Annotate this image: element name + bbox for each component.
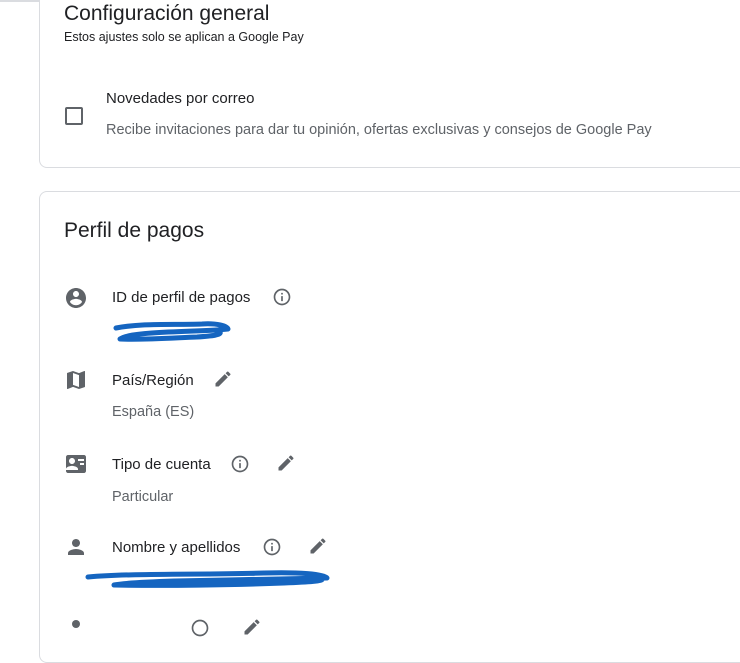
redacted-full-name (85, 570, 330, 588)
country-region-label: País/Región (112, 372, 194, 389)
partial-row-icon (64, 616, 88, 640)
account-type-value: Particular (112, 489, 174, 505)
contact-card-icon (64, 452, 88, 476)
profile-id-info-icon[interactable] (272, 287, 292, 307)
email-news-title: Novedades por correo (106, 90, 255, 107)
email-news-checkbox[interactable] (65, 107, 83, 125)
map-icon (64, 368, 88, 392)
account-type-info-icon[interactable] (230, 454, 250, 474)
country-region-edit-icon[interactable] (213, 369, 233, 389)
partial-row-edit-icon[interactable] (242, 617, 262, 637)
general-settings-title: Configuración general (64, 2, 270, 25)
account-type-label: Tipo de cuenta (112, 456, 211, 473)
account-circle-icon (64, 286, 88, 310)
general-settings-card: Configuración general Estos ajustes solo… (39, 0, 740, 168)
general-settings-subtitle: Estos ajustes solo se aplican a Google P… (64, 30, 304, 44)
profile-id-label: ID de perfil de pagos (112, 289, 251, 306)
partial-row-info-icon[interactable] (190, 618, 210, 638)
full-name-info-icon[interactable] (262, 537, 282, 557)
country-region-value: España (ES) (112, 404, 195, 420)
payments-profile-title: Perfil de pagos (64, 219, 205, 242)
redacted-profile-id (113, 321, 231, 342)
full-name-label: Nombre y apellidos (112, 539, 241, 556)
person-icon (64, 535, 88, 559)
email-news-description: Recibe invitaciones para dar tu opinión,… (106, 122, 652, 138)
account-type-edit-icon[interactable] (276, 453, 296, 473)
payments-profile-card: Perfil de pagos ID de perfil de pagos Pa… (39, 191, 740, 663)
full-name-edit-icon[interactable] (308, 536, 328, 556)
